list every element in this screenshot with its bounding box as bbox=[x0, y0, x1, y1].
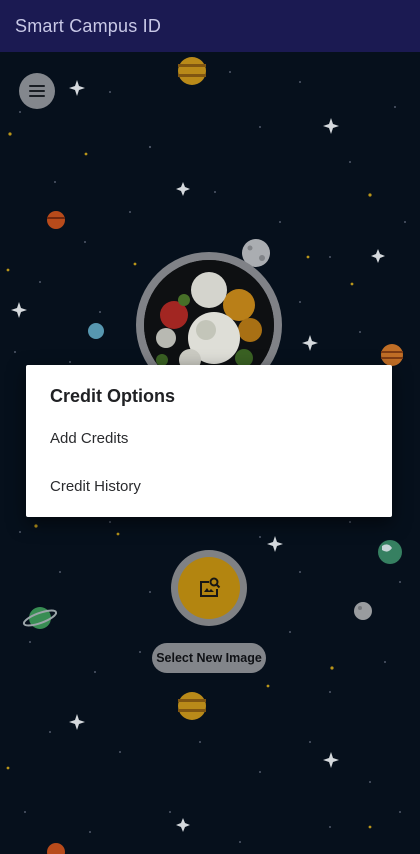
credit-history-option[interactable]: Credit History bbox=[50, 478, 141, 495]
app-title: Smart Campus ID bbox=[15, 15, 162, 36]
credit-options-dialog: Credit Options Add Credits Credit Histor… bbox=[26, 365, 392, 517]
app-bar: Smart Campus ID bbox=[0, 0, 420, 52]
add-credits-option[interactable]: Add Credits bbox=[50, 430, 128, 447]
dialog-title: Credit Options bbox=[50, 386, 175, 406]
